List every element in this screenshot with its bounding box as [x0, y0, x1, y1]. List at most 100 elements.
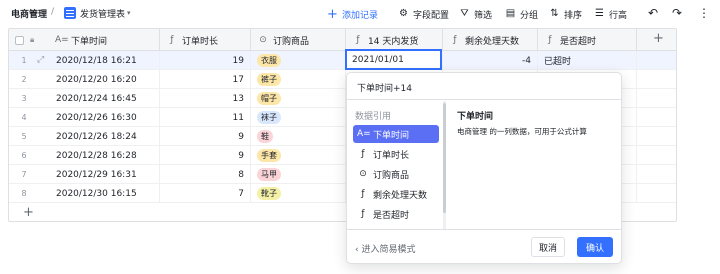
- single-select-icon: ⊙: [259, 35, 267, 45]
- chevron-down-icon[interactable]: ▾: [127, 9, 131, 17]
- formula-icon: ƒ: [361, 189, 365, 199]
- formula-icon: ƒ: [361, 149, 365, 159]
- reference-item-label: 订单时长: [373, 150, 410, 161]
- reference-item[interactable]: ƒ 剩余处理天数: [353, 185, 439, 203]
- group-icon: ▤: [505, 8, 516, 19]
- product-tag: 手套: [257, 149, 281, 162]
- column-header-order-time[interactable]: A= 下单时间: [49, 29, 160, 51]
- undo-icon[interactable]: ↶: [648, 6, 658, 20]
- reference-detail-title: 下单时间: [457, 112, 494, 122]
- redo-icon[interactable]: ↷: [672, 6, 682, 20]
- row-number: 1: [21, 56, 27, 65]
- product-tag: 袜子: [257, 111, 281, 124]
- product-tag: 靴子: [257, 187, 281, 200]
- cell-order-time[interactable]: 2020/12/30 16:15: [49, 184, 160, 203]
- column-header-product[interactable]: ⊙ 订购商品: [251, 29, 346, 51]
- cell-order-duration[interactable]: 11: [160, 108, 251, 127]
- filter-icon: ⛛: [460, 8, 469, 19]
- add-record-button[interactable]: + 添加记录: [327, 6, 378, 22]
- cell-order-duration[interactable]: 13: [160, 89, 251, 108]
- reference-detail-description: 电商管理 的一列数据，可用于公式计算: [457, 127, 587, 136]
- cell-order-duration[interactable]: 8: [160, 165, 251, 184]
- cell-product[interactable]: 袜子: [251, 108, 346, 127]
- expand-icon[interactable]: ⤢: [37, 55, 44, 65]
- scrollbar-thumb[interactable]: [443, 103, 446, 213]
- cell-product[interactable]: 帽子: [251, 89, 346, 108]
- popup-footer: ‹ 进入简易模式 取消 确认: [347, 229, 621, 263]
- formula-icon: ƒ: [356, 35, 360, 45]
- product-tag: 裤子: [257, 73, 281, 86]
- row-number: 3: [21, 94, 27, 103]
- cell-overdue[interactable]: 已超时: [538, 51, 637, 70]
- column-header-order-duration[interactable]: ƒ 订单时长: [160, 29, 251, 51]
- cell-order-time[interactable]: 2020/12/18 16:21: [49, 51, 160, 70]
- column-label: 剩余处理天数: [465, 36, 520, 47]
- plus-icon: +: [327, 6, 338, 22]
- confirm-button[interactable]: 确认: [577, 237, 613, 257]
- add-column-icon[interactable]: +: [653, 32, 664, 46]
- lock-icon: 🔒︎: [30, 35, 35, 44]
- reference-item-label: 下单时间: [373, 130, 410, 141]
- cell-order-time[interactable]: 2020/12/20 16:20: [49, 70, 160, 89]
- filter-button[interactable]: ⛛ 筛选: [459, 6, 492, 22]
- reference-item[interactable]: ƒ 是否超时: [353, 205, 439, 223]
- row-number: 4: [21, 113, 27, 122]
- reference-item[interactable]: ƒ 订单时长: [353, 145, 439, 163]
- cell-product[interactable]: 裤子: [251, 70, 346, 89]
- cell-product[interactable]: 马甲: [251, 165, 346, 184]
- cell-product[interactable]: 衣服: [251, 51, 346, 70]
- cell-remaining-days[interactable]: -4: [443, 51, 538, 70]
- sort-button[interactable]: ⇅ 排序: [549, 6, 582, 22]
- more-icon[interactable]: ⋮: [698, 6, 710, 20]
- column-header-remaining-days[interactable]: ƒ 剩余处理天数: [443, 29, 538, 51]
- breadcrumb-sheet[interactable]: 发货管理表: [80, 7, 125, 20]
- cell-product[interactable]: 靴子: [251, 184, 346, 203]
- reference-item-label: 是否超时: [373, 210, 410, 221]
- formula-input[interactable]: 下单时间+14: [347, 73, 621, 100]
- column-header-overdue[interactable]: ƒ 是否超时: [538, 29, 637, 51]
- group-button[interactable]: ▤ 分组: [505, 6, 538, 22]
- reference-item[interactable]: A= 下单时间: [353, 125, 439, 143]
- column-label: 订购商品: [273, 36, 310, 47]
- cell-order-duration[interactable]: 17: [160, 70, 251, 89]
- field-config-button[interactable]: ⚙ 字段配置: [398, 6, 449, 22]
- formula-icon: ƒ: [548, 35, 552, 45]
- row-number: 7: [21, 170, 27, 179]
- row-height-icon: ☰: [595, 8, 604, 19]
- breadcrumb-root[interactable]: 电商管理: [11, 7, 47, 20]
- table-row[interactable]: 1 ⤢ 2020/12/18 16:21 19 衣服 -4 已超时: [9, 51, 676, 70]
- cell-order-time[interactable]: 2020/12/26 18:24: [49, 127, 160, 146]
- column-header-ship-14-days[interactable]: ƒ 14 天内发货: [346, 29, 443, 51]
- cell-order-time[interactable]: 2020/12/29 16:31: [49, 165, 160, 184]
- select-all-checkbox[interactable]: [15, 35, 24, 45]
- cell-product[interactable]: 手套: [251, 146, 346, 165]
- cell-order-time[interactable]: 2020/12/28 16:28: [49, 146, 160, 165]
- text-field-icon: A=: [357, 129, 371, 139]
- product-tag: 鞋: [257, 130, 273, 143]
- cell-order-duration[interactable]: 9: [160, 146, 251, 165]
- grid-header: 🔒︎ A= 下单时间 ƒ 订单时长 ⊙ 订购商品 ƒ 14 天内发货 ƒ 剩余处…: [9, 29, 676, 51]
- active-cell-ship-date[interactable]: 2021/01/01: [345, 49, 442, 70]
- add-row-icon[interactable]: +: [23, 205, 34, 220]
- column-label: 下单时间: [71, 36, 108, 47]
- product-tag: 马甲: [257, 168, 281, 181]
- cell-product[interactable]: 鞋: [251, 127, 346, 146]
- group-label: 分组: [520, 10, 539, 21]
- product-tag: 衣服: [257, 54, 281, 67]
- simple-mode-link[interactable]: ‹ 进入简易模式: [355, 242, 415, 255]
- cell-order-time[interactable]: 2020/12/24 16:45: [49, 89, 160, 108]
- reference-item[interactable]: ⊙ 订购商品: [353, 165, 439, 183]
- cancel-button[interactable]: 取消: [531, 237, 565, 257]
- cell-order-time[interactable]: 2020/12/26 16:30: [49, 108, 160, 127]
- reference-item-label: 剩余处理天数: [373, 190, 428, 201]
- cell-order-duration[interactable]: 19: [160, 51, 251, 70]
- cell-order-duration[interactable]: 7: [160, 184, 251, 203]
- row-number: 6: [21, 151, 27, 160]
- column-label: 订单时长: [182, 36, 219, 47]
- cell-order-duration[interactable]: 9: [160, 127, 251, 146]
- row-height-label: 行高: [609, 10, 628, 21]
- formula-icon: ƒ: [170, 35, 174, 45]
- top-toolbar: 电商管理 / 发货管理表 ▾ + 添加记录 ⚙ 字段配置 ⛛ 筛选 ▤ 分组 ⇅…: [0, 0, 720, 28]
- data-reference-title: 数据引用: [355, 112, 392, 122]
- row-height-button[interactable]: ☰ 行高: [594, 6, 627, 22]
